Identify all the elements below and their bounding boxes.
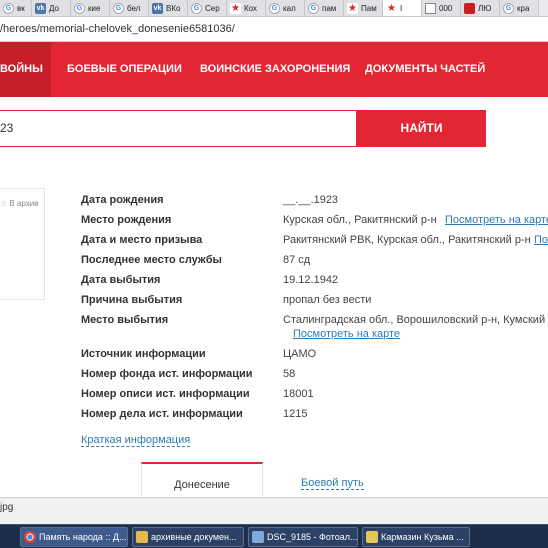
browser-tab[interactable]: Gкие [71, 0, 110, 16]
field-value: __.__.1923 [283, 194, 339, 206]
map-link[interactable]: Посмотреть на карте [293, 328, 400, 340]
vk-icon: vk [35, 3, 46, 14]
browser-tab[interactable]: ★ Пам [344, 0, 383, 16]
field-value: 18001 [283, 388, 314, 400]
field-value: пропал без вести [283, 294, 372, 306]
field-label: Место рождения [81, 214, 172, 226]
field-value: 19.12.1942 [283, 274, 339, 286]
search-button[interactable]: НАЙТИ [357, 110, 486, 147]
google-icon: G [191, 3, 202, 14]
star-icon: ★ [347, 3, 358, 14]
google-icon: G [74, 3, 85, 14]
browser-tab[interactable]: Gпам [305, 0, 344, 16]
archive-button[interactable]: ☆ В архив [0, 199, 39, 208]
google-icon: G [269, 3, 280, 14]
taskbar: Память народа :: Д... архивные докумен..… [0, 524, 548, 548]
browser-tab[interactable]: Gбел [110, 0, 149, 16]
star-outline-icon: ☆ [0, 199, 8, 208]
folder-icon [136, 531, 148, 543]
field-label: Номер описи ист. информации [81, 388, 250, 400]
red-icon [464, 3, 475, 14]
browser-tab-active[interactable]: ★ I [383, 0, 422, 16]
field-label: Номер фонда ист. информации [81, 368, 253, 380]
downloads-bar: jpg [0, 497, 548, 524]
field-label: Причина выбытия [81, 294, 183, 306]
field-label: Последнее место службы [81, 254, 222, 266]
brief-info-link[interactable]: Краткая информация [81, 434, 191, 447]
google-icon: G [3, 3, 14, 14]
field-label: Источник информации [81, 348, 206, 360]
google-icon: G [308, 3, 319, 14]
taskbar-item-photo[interactable]: DSC_9185 - Фотоал... [248, 527, 358, 547]
browser-tab[interactable]: vk До [32, 0, 71, 16]
taskbar-item-word[interactable]: Кармазин Кузьма ... [362, 527, 470, 547]
browser-tab[interactable]: 000 [422, 0, 461, 16]
field-value: Сталинградская обл., Ворошиловский р-н, … [283, 314, 548, 326]
nav-item-wars[interactable]: ВОЙНЫ [0, 42, 51, 97]
field-label: Дата и место призыва [81, 234, 203, 246]
field-value: Ракитянский РВК, Курская обл., Ракитянск… [283, 234, 531, 246]
download-item[interactable]: jpg [0, 502, 13, 513]
field-value: ЦАМО [283, 348, 317, 360]
taskbar-item-chrome[interactable]: Память народа :: Д... [20, 527, 128, 547]
star-icon: ★ [230, 3, 241, 14]
nav-item-operations[interactable]: БОЕВЫЕ ОПЕРАЦИИ [67, 42, 182, 97]
google-icon: G [503, 3, 514, 14]
map-link[interactable]: По [534, 234, 548, 246]
browser-tab[interactable]: ЛЮ [461, 0, 500, 16]
browser-tab[interactable]: Gкра [500, 0, 539, 16]
field-value: Курская обл., Ракитянский р-н [283, 214, 437, 226]
search-input[interactable]: 23 [0, 110, 357, 147]
field-label: Дата рождения [81, 194, 164, 206]
field-label: Номер дела ист. информации [81, 408, 243, 420]
taskbar-item-folder[interactable]: архивные докумен... [132, 527, 244, 547]
photoshop-icon [252, 531, 264, 543]
nav-item-unit-documents[interactable]: ДОКУМЕНТЫ ЧАСТЕЙ [365, 42, 485, 97]
star-icon: ★ [386, 3, 397, 14]
vk-icon: vk [152, 3, 163, 14]
browser-tab[interactable]: G Сер [188, 0, 227, 16]
field-label: Дата выбытия [81, 274, 161, 286]
browser-tab-bar: Gвк vk До Gкие Gбел vk ВКо G Сер ★ Кох Gкал … [0, 0, 548, 17]
chrome-icon [24, 531, 36, 543]
browser-tab[interactable]: vk ВКо [149, 0, 188, 16]
tab-battle-path[interactable]: Боевой путь [301, 477, 364, 490]
map-link[interactable]: Посмотреть на карте [445, 214, 548, 226]
word-icon [366, 531, 378, 543]
google-icon: G [113, 3, 124, 14]
field-value: 1215 [283, 408, 308, 420]
doc-icon [425, 3, 436, 14]
tab-report[interactable]: Донесение [141, 462, 263, 498]
address-bar[interactable]: /heroes/memorial-chelovek_donesenie65810… [0, 17, 548, 42]
nav-item-burials[interactable]: ВОИНСКИЕ ЗАХОРОНЕНИЯ [200, 42, 350, 97]
field-value: 58 [283, 368, 296, 380]
field-value: 87 сд [283, 254, 311, 266]
browser-tab[interactable]: ★ Кох [227, 0, 266, 16]
site-nav: ВОЙНЫ БОЕВЫЕ ОПЕРАЦИИ ВОИНСКИЕ ЗАХОРОНЕН… [0, 42, 548, 97]
browser-tab[interactable]: Gкал [266, 0, 305, 16]
field-label: Место выбытия [81, 314, 169, 326]
url-text: /heroes/memorial-chelovek_donesenie65810… [0, 23, 235, 35]
browser-tab[interactable]: Gвк [0, 0, 32, 16]
